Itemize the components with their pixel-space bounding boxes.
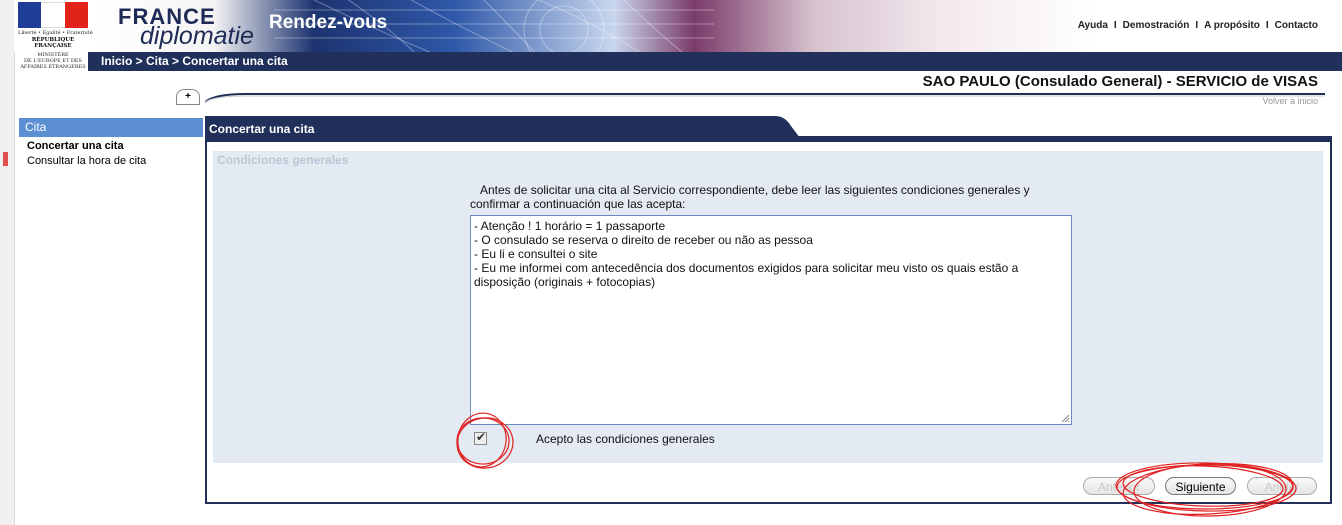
brand-diplomatie: diplomatie	[140, 22, 254, 50]
checkmark-icon: ✔	[476, 430, 487, 444]
intro-text: Antes de solicitar una cita al Servicio …	[470, 183, 1070, 211]
link-ayuda[interactable]: Ayuda	[1078, 20, 1108, 31]
left-edge-strip	[0, 0, 15, 525]
conditions-textarea[interactable]: - Atenção ! 1 horário = 1 passaporte - O…	[470, 215, 1072, 425]
cancel-button[interactable]: Anular	[1247, 477, 1317, 495]
republique-francaise-logo: Liberté • Égalité • Fraternité RÉPUBLIQU…	[18, 2, 93, 49]
breadcrumb-bar: Inicio > Cita > Concertar una cita	[88, 52, 1342, 71]
link-contacto[interactable]: Contacto	[1275, 20, 1318, 31]
previous-button[interactable]: Anterior	[1083, 477, 1155, 495]
sidebar-item-concertar-cita[interactable]: Concertar una cita	[27, 140, 124, 152]
logo-motto: Liberté • Égalité • Fraternité	[18, 30, 93, 36]
header-divider	[205, 93, 1325, 103]
panel-tab-title: Concertar una cita	[209, 122, 315, 136]
page-title: SAO PAULO (Consulado General) - SERVICIO…	[922, 73, 1318, 90]
sidebar-item-consultar-hora[interactable]: Consultar la hora de cita	[27, 155, 146, 167]
french-flag-icon	[18, 2, 88, 28]
section-title: Condiciones generales	[217, 153, 349, 167]
intro-line: confirmar a continuación que las acepta:	[470, 197, 686, 211]
ministry-line: AFFAIRES ÉTRANGÈRES	[20, 64, 86, 70]
expand-toggle-button[interactable]: +	[176, 89, 200, 105]
back-home-link[interactable]: Volver a inicio	[1262, 96, 1318, 106]
link-a-proposito[interactable]: A propósito	[1204, 20, 1260, 31]
link-demostracion[interactable]: Demostración	[1123, 20, 1190, 31]
next-button[interactable]: Siguiente	[1165, 477, 1236, 495]
accept-conditions-checkbox[interactable]: ✔	[474, 430, 487, 445]
app-title: Rendez-vous	[269, 12, 388, 33]
top-links: Ayuda I Demostración I A propósito I Contacto	[1077, 20, 1318, 31]
logo-republic: RÉPUBLIQUE FRANÇAISE	[31, 37, 75, 49]
ministry-label: MINISTÈRE DE L'EUROPE ET DES AFFAIRES ÉT…	[18, 52, 88, 76]
intro-line: Antes de solicitar una cita al Servicio …	[480, 183, 1030, 197]
breadcrumb: Inicio > Cita > Concertar una cita	[101, 54, 288, 68]
sidebar-heading: Cita	[19, 118, 203, 137]
edge-marker	[3, 152, 8, 166]
accept-conditions-label: Acepto las condiciones generales	[536, 432, 715, 446]
resize-grip-icon[interactable]	[1061, 414, 1070, 423]
